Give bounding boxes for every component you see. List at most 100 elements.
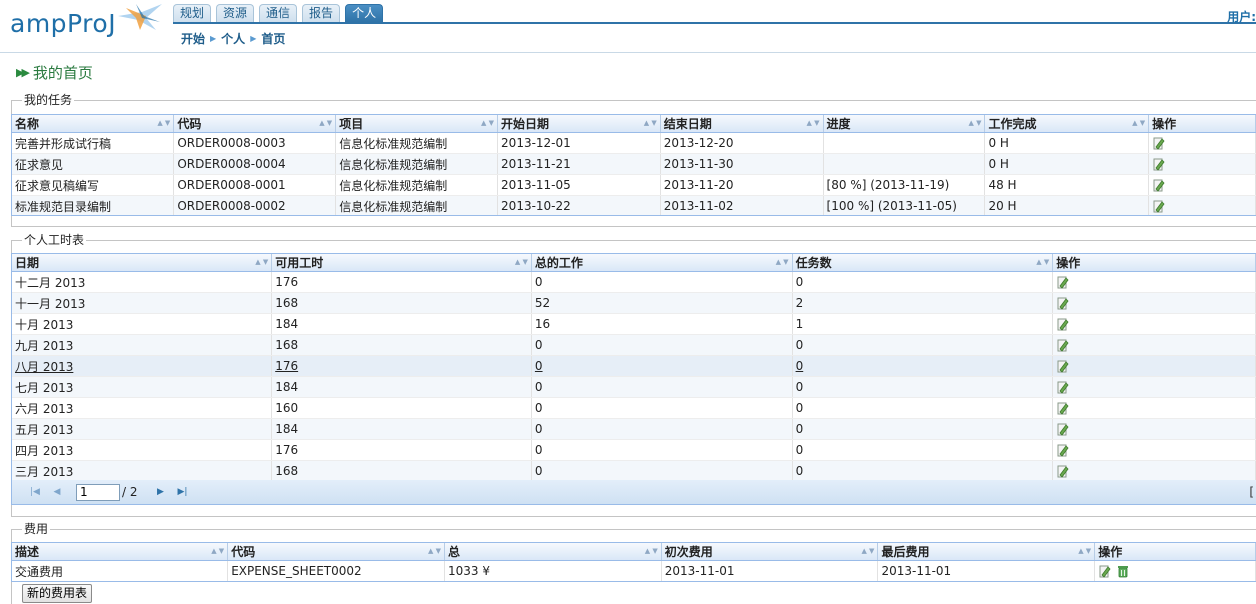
pager-refresh-icon[interactable]: [ xyxy=(1249,485,1254,499)
edit-icon[interactable] xyxy=(1056,296,1070,310)
sort-icon[interactable]: ▲ ▼ xyxy=(861,547,874,555)
edit-icon[interactable] xyxy=(1056,359,1070,373)
breadcrumb-item[interactable]: 个人 xyxy=(221,30,245,47)
table-row[interactable]: 九月 2013 168 0 0 xyxy=(12,334,1256,356)
sort-icon[interactable]: ▲ ▼ xyxy=(1036,258,1049,266)
edit-icon[interactable] xyxy=(1152,178,1166,192)
sort-icon[interactable]: ▲ ▼ xyxy=(644,119,657,127)
sort-icon[interactable]: ▲ ▼ xyxy=(776,258,789,266)
column-header[interactable]: 任务数 ▲ ▼ xyxy=(792,254,1054,272)
column-header[interactable]: 操作 xyxy=(1052,254,1256,272)
edit-icon[interactable] xyxy=(1056,401,1070,415)
tab-0[interactable]: 规划 xyxy=(173,4,212,22)
edit-icon[interactable] xyxy=(1098,564,1112,578)
app-logo[interactable]: ampProJ xyxy=(10,4,162,44)
sort-icon[interactable]: ▲ ▼ xyxy=(255,258,268,266)
table-row[interactable]: 标准规范目录编制 ORDER0008-0002 信息化标准规范编制 2013-10-2… xyxy=(12,195,1256,215)
tab-2[interactable]: 通信 xyxy=(259,4,298,22)
table-row[interactable]: 征求意见 ORDER0008-0004 信息化标准规范编制 2013-11-21 201… xyxy=(12,153,1256,175)
cell-available: 176 xyxy=(271,439,532,461)
edit-icon[interactable] xyxy=(1056,443,1070,457)
column-header[interactable]: 日期 ▲ ▼ xyxy=(12,254,273,272)
cell-total: 0 xyxy=(531,460,793,480)
sort-icon[interactable]: ▲ ▼ xyxy=(807,119,820,127)
breadcrumb: 开始 ▶ 个人 ▶ 首页 xyxy=(181,30,285,47)
column-header[interactable]: 结束日期 ▲ ▼ xyxy=(660,115,824,133)
column-header[interactable]: 进度 ▲ ▼ xyxy=(823,115,986,133)
breadcrumb-item[interactable]: 开始 xyxy=(181,30,205,47)
column-header[interactable]: 操作 xyxy=(1148,115,1256,133)
sort-icon[interactable]: ▲ ▼ xyxy=(481,119,494,127)
breadcrumb-item[interactable]: 首页 xyxy=(261,30,285,47)
cell-progress xyxy=(823,132,986,154)
table-row[interactable]: 十月 2013 184 16 1 xyxy=(12,313,1256,335)
edit-icon[interactable] xyxy=(1056,380,1070,394)
first-page-icon[interactable]: |◀ xyxy=(24,487,46,497)
edit-icon[interactable] xyxy=(1056,317,1070,331)
new-expense-sheet-button[interactable]: 新的费用表 xyxy=(22,584,93,603)
column-header[interactable]: 代码 ▲ ▼ xyxy=(173,115,337,133)
column-header[interactable]: 描述 ▲ ▼ xyxy=(12,543,229,561)
edit-icon[interactable] xyxy=(1152,157,1166,171)
cell-actions xyxy=(1148,153,1256,175)
edit-icon[interactable] xyxy=(1056,464,1070,478)
tab-1[interactable]: 资源 xyxy=(216,4,255,22)
sort-icon[interactable]: ▲ ▼ xyxy=(1078,547,1091,555)
sort-icon[interactable]: ▲ ▼ xyxy=(157,119,170,127)
edit-icon[interactable] xyxy=(1056,422,1070,436)
table-row[interactable]: 六月 2013 160 0 0 xyxy=(12,397,1256,419)
sort-icon[interactable]: ▲ ▼ xyxy=(645,547,658,555)
column-header[interactable]: 初次费用 ▲ ▼ xyxy=(661,543,879,561)
cell-project: 信息化标准规范编制 xyxy=(335,153,499,175)
column-header[interactable]: 名称 ▲ ▼ xyxy=(12,115,175,133)
cell-date: 四月 2013 xyxy=(12,439,273,461)
column-header[interactable]: 操作 xyxy=(1094,543,1256,561)
edit-icon[interactable] xyxy=(1152,199,1166,213)
column-header[interactable]: 开始日期 ▲ ▼ xyxy=(497,115,661,133)
cell-date: 十月 2013 xyxy=(12,313,273,335)
table-row[interactable]: 十二月 2013 176 0 0 xyxy=(12,271,1256,293)
edit-icon[interactable] xyxy=(1056,275,1070,289)
sort-icon[interactable]: ▲ ▼ xyxy=(428,547,441,555)
last-page-icon[interactable]: ▶| xyxy=(172,487,194,497)
table-row[interactable]: 五月 2013 184 0 0 xyxy=(12,418,1256,440)
column-header[interactable]: 总 ▲ ▼ xyxy=(444,543,662,561)
column-header[interactable]: 工作完成 ▲ ▼ xyxy=(984,115,1150,133)
cell-tasks: 0 xyxy=(792,460,1054,480)
tab-3[interactable]: 报告 xyxy=(302,4,341,22)
sort-icon[interactable]: ▲ ▼ xyxy=(211,547,224,555)
page-number-input[interactable] xyxy=(76,483,120,501)
sort-icon[interactable]: ▲ ▼ xyxy=(515,258,528,266)
main-tabs: 规划 资源 通信 报告 个人 xyxy=(173,4,384,22)
cell-name: 完善并形成试行稿 xyxy=(12,132,175,154)
expenses-legend: 费用 xyxy=(22,522,51,536)
column-header[interactable]: 项目 ▲ ▼ xyxy=(335,115,499,133)
next-page-icon[interactable]: ▶ xyxy=(150,487,172,497)
column-header[interactable]: 可用工时 ▲ ▼ xyxy=(271,254,532,272)
tab-4[interactable]: 个人 xyxy=(345,4,384,22)
cell-progress: [100 %] (2013-11-05) xyxy=(823,195,986,215)
double-arrow-icon: ▶▶ xyxy=(16,66,30,79)
cell-code: ORDER0008-0003 xyxy=(173,132,337,154)
sort-icon[interactable]: ▲ ▼ xyxy=(1132,119,1145,127)
delete-icon[interactable] xyxy=(1116,564,1130,578)
prev-page-icon[interactable]: ◀ xyxy=(46,487,68,497)
column-header-label: 开始日期 xyxy=(501,117,550,131)
column-header[interactable]: 总的工作 ▲ ▼ xyxy=(531,254,793,272)
edit-icon[interactable] xyxy=(1056,338,1070,352)
sort-icon[interactable]: ▲ ▼ xyxy=(319,119,332,127)
table-row[interactable]: 完善并形成试行稿 ORDER0008-0003 信息化标准规范编制 2013-12-0… xyxy=(12,132,1256,154)
table-row[interactable]: 四月 2013 176 0 0 xyxy=(12,439,1256,461)
table-row[interactable]: 八月 2013 176 0 0 xyxy=(12,355,1256,377)
column-header[interactable]: 代码 ▲ ▼ xyxy=(227,543,446,561)
edit-icon[interactable] xyxy=(1152,136,1166,150)
cell-date: 十二月 2013 xyxy=(12,271,273,293)
table-row[interactable]: 三月 2013 168 0 0 xyxy=(12,460,1256,480)
sort-icon[interactable]: ▲ ▼ xyxy=(968,119,981,127)
column-header[interactable]: 最后费用 ▲ ▼ xyxy=(877,543,1096,561)
table-row[interactable]: 交通费用 EXPENSE_SHEET0002 1033 ¥2013-11-01 201… xyxy=(12,560,1256,581)
table-row[interactable]: 七月 2013 184 0 0 xyxy=(12,376,1256,398)
table-row[interactable]: 征求意见稿编写 ORDER0008-0001 信息化标准规范编制 2013-11-05… xyxy=(12,174,1256,196)
table-row[interactable]: 十一月 2013 168 52 2 xyxy=(12,292,1256,314)
cell-work: 20 H xyxy=(984,195,1150,215)
